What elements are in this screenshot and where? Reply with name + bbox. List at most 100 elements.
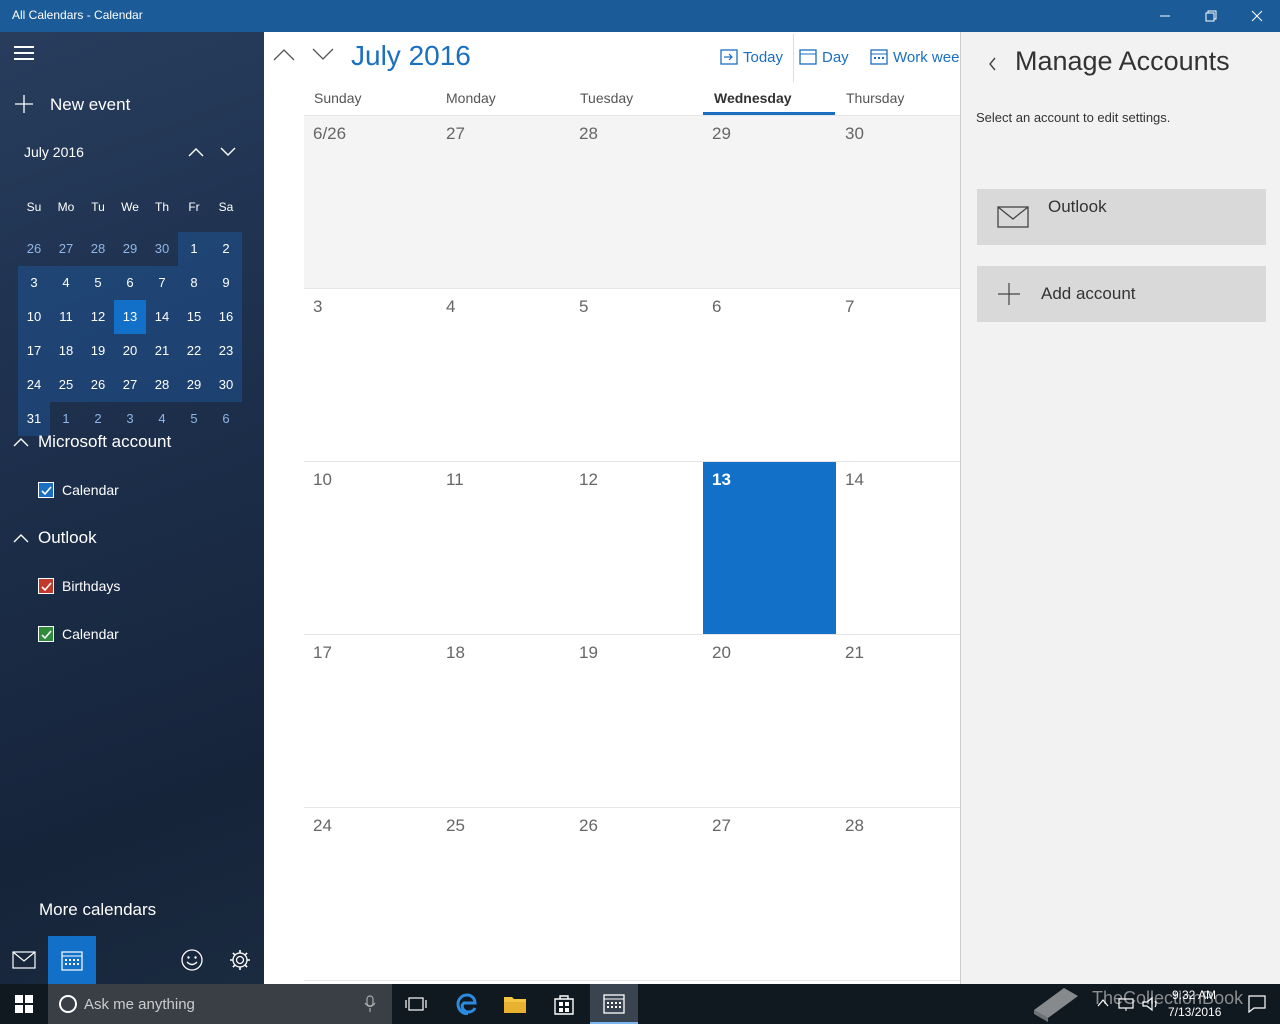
mini-calendar-day[interactable]: 21 [146,334,178,368]
file-explorer-button[interactable] [491,984,539,1024]
mini-calendar-day[interactable]: 27 [114,368,146,402]
day-cell-number[interactable]: 11 [446,470,464,490]
mini-calendar-next-button[interactable] [218,144,238,160]
day-cell-number[interactable]: 28 [845,816,864,836]
checkbox-checked-icon[interactable] [38,482,54,498]
mini-calendar-day[interactable]: 15 [178,300,210,334]
day-cell-number[interactable]: 18 [446,643,465,663]
day-cell-number[interactable]: 7 [845,297,854,317]
day-cell-number[interactable]: 19 [579,643,598,663]
account-group-microsoft[interactable]: Microsoft account [12,430,171,454]
minimize-button[interactable] [1142,0,1188,32]
mini-calendar-day[interactable]: 20 [114,334,146,368]
next-month-button[interactable] [311,46,335,62]
day-cell-number[interactable]: 14 [845,470,864,490]
today-button[interactable]: Today [720,46,783,68]
mini-calendar-day[interactable]: 3 [18,266,50,300]
day-cell-number[interactable]: 30 [845,124,864,144]
day-cell-number[interactable]: 24 [313,816,332,836]
volume-icon[interactable] [1142,996,1160,1012]
feedback-button[interactable] [168,936,216,984]
mini-calendar-day[interactable]: 1 [178,232,210,266]
mail-button[interactable] [0,936,48,984]
mini-calendar-day[interactable]: 7 [146,266,178,300]
calendar-toggle-microsoft-calendar[interactable]: Calendar [38,481,119,499]
work-week-view-button[interactable]: Work weel [870,46,960,68]
calendar-toggle-outlook-calendar[interactable]: Calendar [38,625,119,643]
network-icon[interactable] [1118,996,1134,1012]
checkbox-checked-icon[interactable] [38,626,54,642]
mini-calendar-day[interactable]: 25 [50,368,82,402]
clock-time[interactable]: 9:32 AM [1172,988,1216,1002]
today-cell-number[interactable]: 13 [712,470,731,490]
mini-calendar-today[interactable]: 13 [114,300,146,334]
checkbox-checked-icon[interactable] [38,578,54,594]
restore-button[interactable] [1188,0,1234,32]
action-center-icon[interactable] [1248,995,1266,1013]
task-view-button[interactable] [392,984,440,1024]
calendar-taskbar-button[interactable] [590,984,638,1024]
mini-calendar-day[interactable]: 4 [50,266,82,300]
mini-calendar-day[interactable]: 22 [178,334,210,368]
day-cell-number[interactable]: 25 [446,816,465,836]
hamburger-menu-icon[interactable] [14,46,34,60]
mini-calendar-day[interactable]: 19 [82,334,114,368]
calendar-toggle-birthdays[interactable]: Birthdays [38,577,120,595]
mini-calendar-day[interactable]: 24 [18,368,50,402]
day-cell-number[interactable]: 3 [313,297,322,317]
clock-date[interactable]: 7/13/2016 [1168,1005,1221,1019]
edge-browser-button[interactable] [443,984,491,1024]
day-cell-number[interactable]: 27 [446,124,465,144]
day-cell-number[interactable]: 10 [313,470,332,490]
chevron-up-icon[interactable] [1097,998,1109,1008]
previous-month-button[interactable] [272,46,296,62]
new-event-button[interactable]: New event [14,92,130,118]
store-button[interactable] [540,984,588,1024]
mini-calendar-day[interactable]: 28 [82,232,114,266]
account-item-outlook[interactable]: Outlook [977,189,1266,245]
day-cell-number[interactable]: 26 [579,816,598,836]
month-title[interactable]: July 2016 [351,40,471,72]
day-cell-number[interactable]: 17 [313,643,332,663]
mini-calendar-day[interactable]: 27 [50,232,82,266]
mini-calendar-day[interactable]: 9 [210,266,242,300]
day-cell-number[interactable]: 5 [579,297,588,317]
mini-calendar-day[interactable]: 26 [18,232,50,266]
mini-calendar-day[interactable]: 28 [146,368,178,402]
cortana-search-box[interactable]: Ask me anything [48,984,392,1024]
day-cell-number[interactable]: 6 [712,297,721,317]
settings-button[interactable] [216,936,264,984]
mini-calendar-day[interactable]: 8 [178,266,210,300]
mini-calendar-day[interactable]: 29 [114,232,146,266]
mini-calendar-day[interactable]: 12 [82,300,114,334]
mini-calendar-day[interactable]: 5 [178,402,210,436]
mini-calendar-day[interactable]: 29 [178,368,210,402]
mini-calendar-day[interactable]: 2 [210,232,242,266]
mini-calendar-day[interactable]: 26 [82,368,114,402]
mini-calendar-day[interactable]: 23 [210,334,242,368]
mini-calendar-day[interactable]: 18 [50,334,82,368]
more-calendars-link[interactable]: More calendars [39,900,156,920]
mini-calendar-day[interactable]: 16 [210,300,242,334]
mini-calendar-day[interactable]: 5 [82,266,114,300]
calendar-app-button[interactable] [48,936,96,984]
account-group-outlook[interactable]: Outlook [12,526,97,550]
mini-calendar-day[interactable]: 17 [18,334,50,368]
close-button[interactable] [1234,0,1280,32]
mini-calendar-day[interactable]: 14 [146,300,178,334]
day-cell-number[interactable]: 27 [712,816,731,836]
mini-calendar-day[interactable]: 6 [114,266,146,300]
day-view-button[interactable]: Day [799,46,849,68]
mini-calendar-prev-button[interactable] [186,144,206,160]
mini-calendar-day[interactable]: 30 [146,232,178,266]
mini-calendar-day[interactable]: 6 [210,402,242,436]
mini-calendar-day[interactable]: 30 [210,368,242,402]
day-cell-number[interactable]: 21 [845,643,864,663]
microphone-icon[interactable] [364,995,376,1013]
start-button[interactable] [0,984,48,1024]
mini-calendar-day[interactable]: 10 [18,300,50,334]
day-cell-number[interactable]: 20 [712,643,731,663]
add-account-button[interactable]: Add account [977,266,1266,322]
day-cell-number[interactable]: 4 [446,297,455,317]
day-cell-number[interactable]: 29 [712,124,731,144]
